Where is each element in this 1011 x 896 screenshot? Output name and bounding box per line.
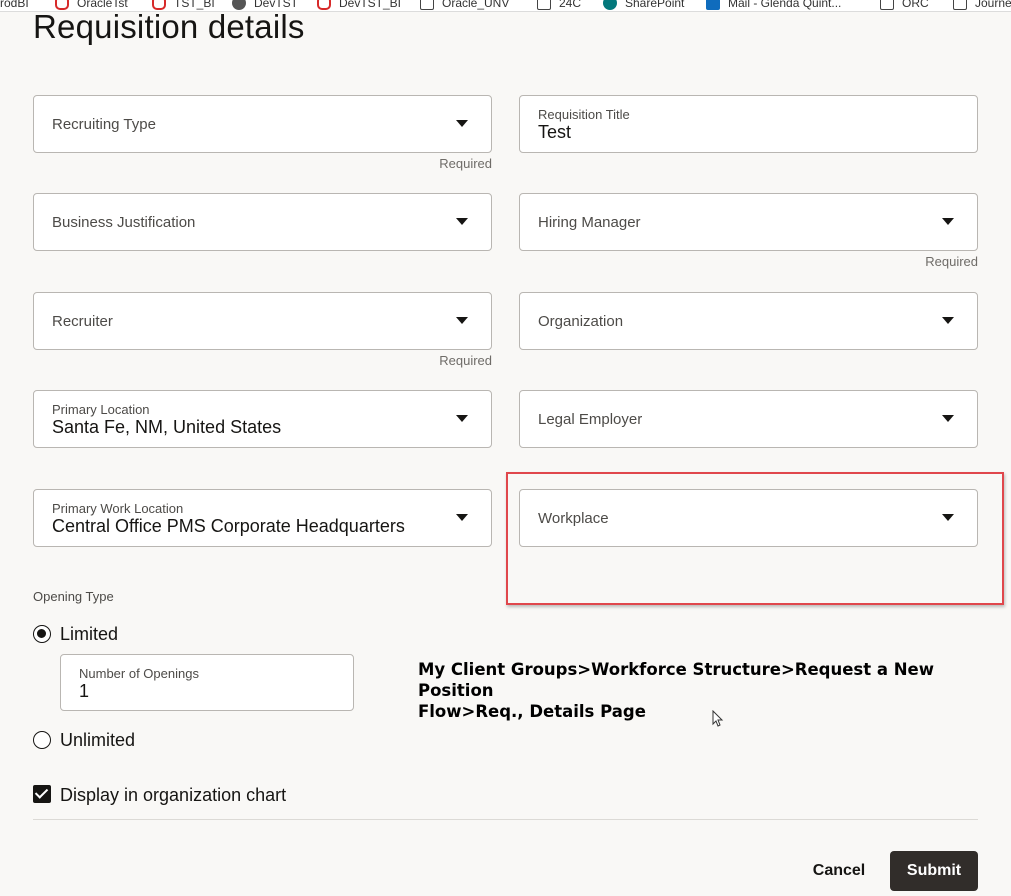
hiring-manager-required: Required (925, 254, 978, 269)
primary-location-select[interactable]: Primary Location Santa Fe, NM, United St… (33, 390, 492, 448)
bookmark-label: ORC (902, 0, 929, 10)
bookmark-mail[interactable]: Mail - Glenda Quint... (706, 0, 841, 11)
divider (33, 819, 978, 820)
bookmark-24c[interactable]: 24C (537, 0, 581, 11)
requisition-title-label: Requisition Title (538, 107, 630, 122)
bookmark-sharepoint[interactable]: SharePoint (603, 0, 684, 11)
primary-work-location-label: Primary Work Location (52, 501, 184, 516)
business-justification-label: Business Justification (52, 214, 196, 231)
legal-employer-label: Legal Employer (538, 411, 643, 428)
annotation-line-1: My Client Groups>Workforce Structure>Req… (418, 660, 934, 700)
bookmark-label: ProdBI (0, 0, 29, 10)
navigation-annotation: My Client Groups>Workforce Structure>Req… (418, 659, 998, 722)
number-of-openings-input[interactable]: Number of Openings 1 (60, 654, 354, 711)
recruiter-label: Recruiter (52, 313, 113, 330)
folder-icon (880, 0, 894, 10)
primary-work-location-value: Central Office PMS Corporate Headquarter… (52, 516, 405, 536)
org-chart-label[interactable]: Display in organization chart (60, 785, 286, 806)
chevron-down-icon (456, 317, 468, 324)
folder-icon (420, 0, 434, 10)
legal-employer-select[interactable]: Legal Employer (519, 390, 978, 448)
unlimited-label[interactable]: Unlimited (60, 730, 135, 751)
bookmark-prodbi[interactable]: ProdBI (0, 0, 29, 11)
chevron-down-icon (456, 415, 468, 422)
sharepoint-icon (603, 0, 617, 10)
hiring-manager-label: Hiring Manager (538, 214, 641, 231)
bookmark-orc[interactable]: ORC (880, 0, 929, 11)
folder-icon (953, 0, 967, 10)
recruiting-type-select[interactable]: Recruiting Type (33, 95, 492, 153)
limited-radio[interactable] (33, 625, 51, 643)
page-title: Requisition details (33, 8, 305, 45)
oracle-icon (317, 0, 331, 10)
chevron-down-icon (456, 514, 468, 521)
chevron-down-icon (456, 120, 468, 127)
recruiter-required: Required (439, 353, 492, 368)
chevron-down-icon (942, 218, 954, 225)
chevron-down-icon (942, 415, 954, 422)
primary-location-value: Santa Fe, NM, United States (52, 417, 282, 437)
unlimited-radio[interactable] (33, 731, 51, 749)
bookmark-label: 24C (559, 0, 582, 10)
organization-select[interactable]: Organization (519, 292, 978, 350)
chevron-down-icon (456, 218, 468, 225)
recruiting-type-label: Recruiting Type (52, 116, 156, 133)
recruiting-type-required: Required (439, 156, 492, 171)
bookmark-label: Mail - Glenda Quint... (728, 0, 842, 10)
primary-work-location-select[interactable]: Primary Work Location Central Office PMS… (33, 489, 492, 547)
bookmark-journe[interactable]: Journe (953, 0, 1011, 11)
bookmark-label: SharePoint (625, 0, 685, 10)
bookmark-devtst-bi[interactable]: DevTST_BI (317, 0, 401, 11)
requisition-title-input[interactable]: Requisition Title Test (519, 95, 978, 153)
bookmark-label: Oracle_UNV (442, 0, 510, 10)
mouse-cursor-icon (712, 710, 724, 727)
highlight-box (506, 472, 1004, 605)
organization-label: Organization (538, 313, 624, 330)
annotation-line-2: Flow>Req., Details Page (418, 702, 646, 721)
hiring-manager-select[interactable]: Hiring Manager (519, 193, 978, 251)
bookmark-label: DevTST_BI (339, 0, 402, 10)
opening-type-label: Opening Type (33, 589, 114, 604)
primary-location-label: Primary Location (52, 402, 150, 417)
limited-label[interactable]: Limited (60, 624, 118, 645)
cancel-button[interactable]: Cancel (802, 853, 876, 889)
recruiter-select[interactable]: Recruiter (33, 292, 492, 350)
chevron-down-icon (942, 317, 954, 324)
number-of-openings-value: 1 (79, 681, 90, 701)
bookmark-oracle-unv[interactable]: Oracle_UNV (420, 0, 509, 11)
number-of-openings-label: Number of Openings (79, 666, 199, 681)
folder-icon (537, 0, 551, 10)
submit-button[interactable]: Submit (890, 851, 978, 891)
business-justification-select[interactable]: Business Justification (33, 193, 492, 251)
org-chart-checkbox[interactable] (33, 785, 51, 803)
requisition-title-value: Test (538, 122, 572, 142)
bookmark-label: Journe (975, 0, 1011, 10)
outlook-icon (706, 0, 720, 10)
